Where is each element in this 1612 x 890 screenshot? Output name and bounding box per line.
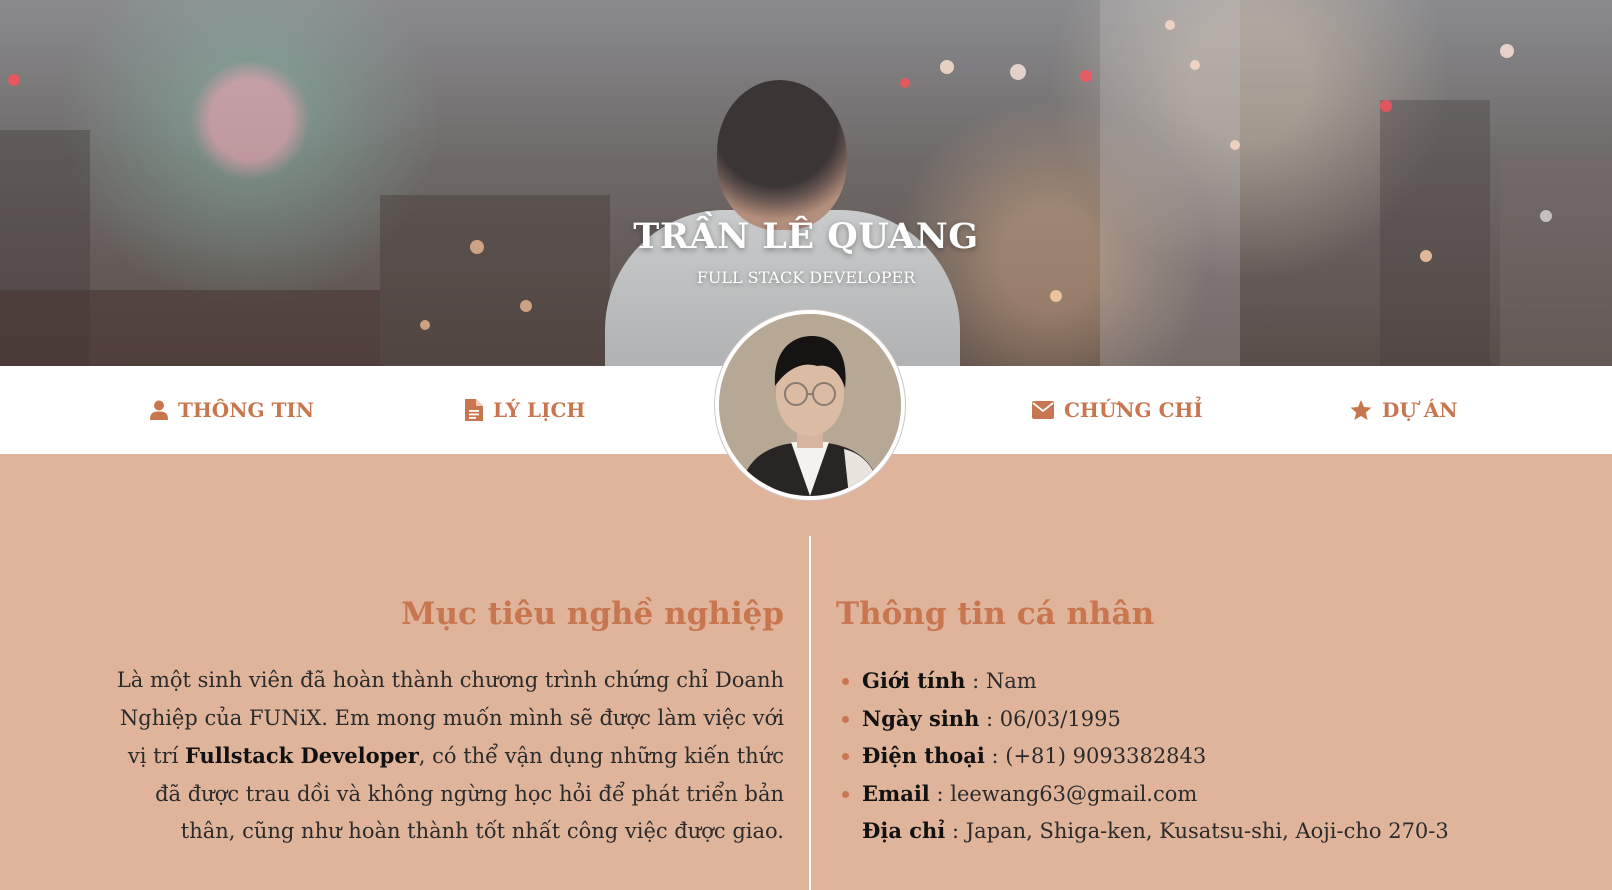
info-gender: Giới tính : Nam [842, 662, 1449, 700]
personal-info-title: Thông tin cá nhân [836, 596, 1155, 632]
nav-label: CHỨNG CHỈ [1064, 398, 1203, 422]
user-icon [150, 400, 168, 420]
envelope-icon [1032, 401, 1054, 419]
nav-item-ly-lich[interactable]: LÝ LỊCH [465, 396, 585, 424]
nav-label: DỰ ÁN [1382, 398, 1458, 422]
info-email: Email : leewang63@gmail.com [842, 775, 1449, 813]
nav-item-du-an[interactable]: DỰ ÁN [1350, 396, 1458, 424]
nav-item-chung-chi[interactable]: CHỨNG CHỈ [1032, 396, 1203, 424]
personal-info-list: Giới tính : Nam Ngày sinh : 06/03/1995 Đ… [842, 662, 1449, 850]
avatar [715, 310, 905, 500]
star-icon [1350, 399, 1372, 420]
info-address: Địa chỉ : Japan, Shiga-ken, Kusatsu-shi,… [862, 818, 1449, 843]
nav-item-thong-tin[interactable]: THÔNG TIN [150, 396, 314, 424]
document-icon [465, 399, 483, 421]
info-phone: Điện thoại : (+81) 9093382843 [842, 737, 1449, 775]
nav-label: THÔNG TIN [178, 398, 315, 422]
hero-role: FULL STACK DEVELOPER [696, 268, 916, 287]
career-goal-text: Là một sinh viên đã hoàn thành chương tr… [116, 668, 784, 843]
career-highlight: Fullstack Developer [185, 743, 419, 768]
nav-label: LÝ LỊCH [493, 398, 586, 422]
career-goal-title: Mục tiêu nghề nghiệp [401, 596, 784, 632]
info-birthdate: Ngày sinh : 06/03/1995 [842, 700, 1449, 738]
avatar-portrait [719, 314, 901, 496]
section-divider [809, 536, 811, 890]
hero-name: TRẦN LÊ QUANG [633, 216, 979, 257]
